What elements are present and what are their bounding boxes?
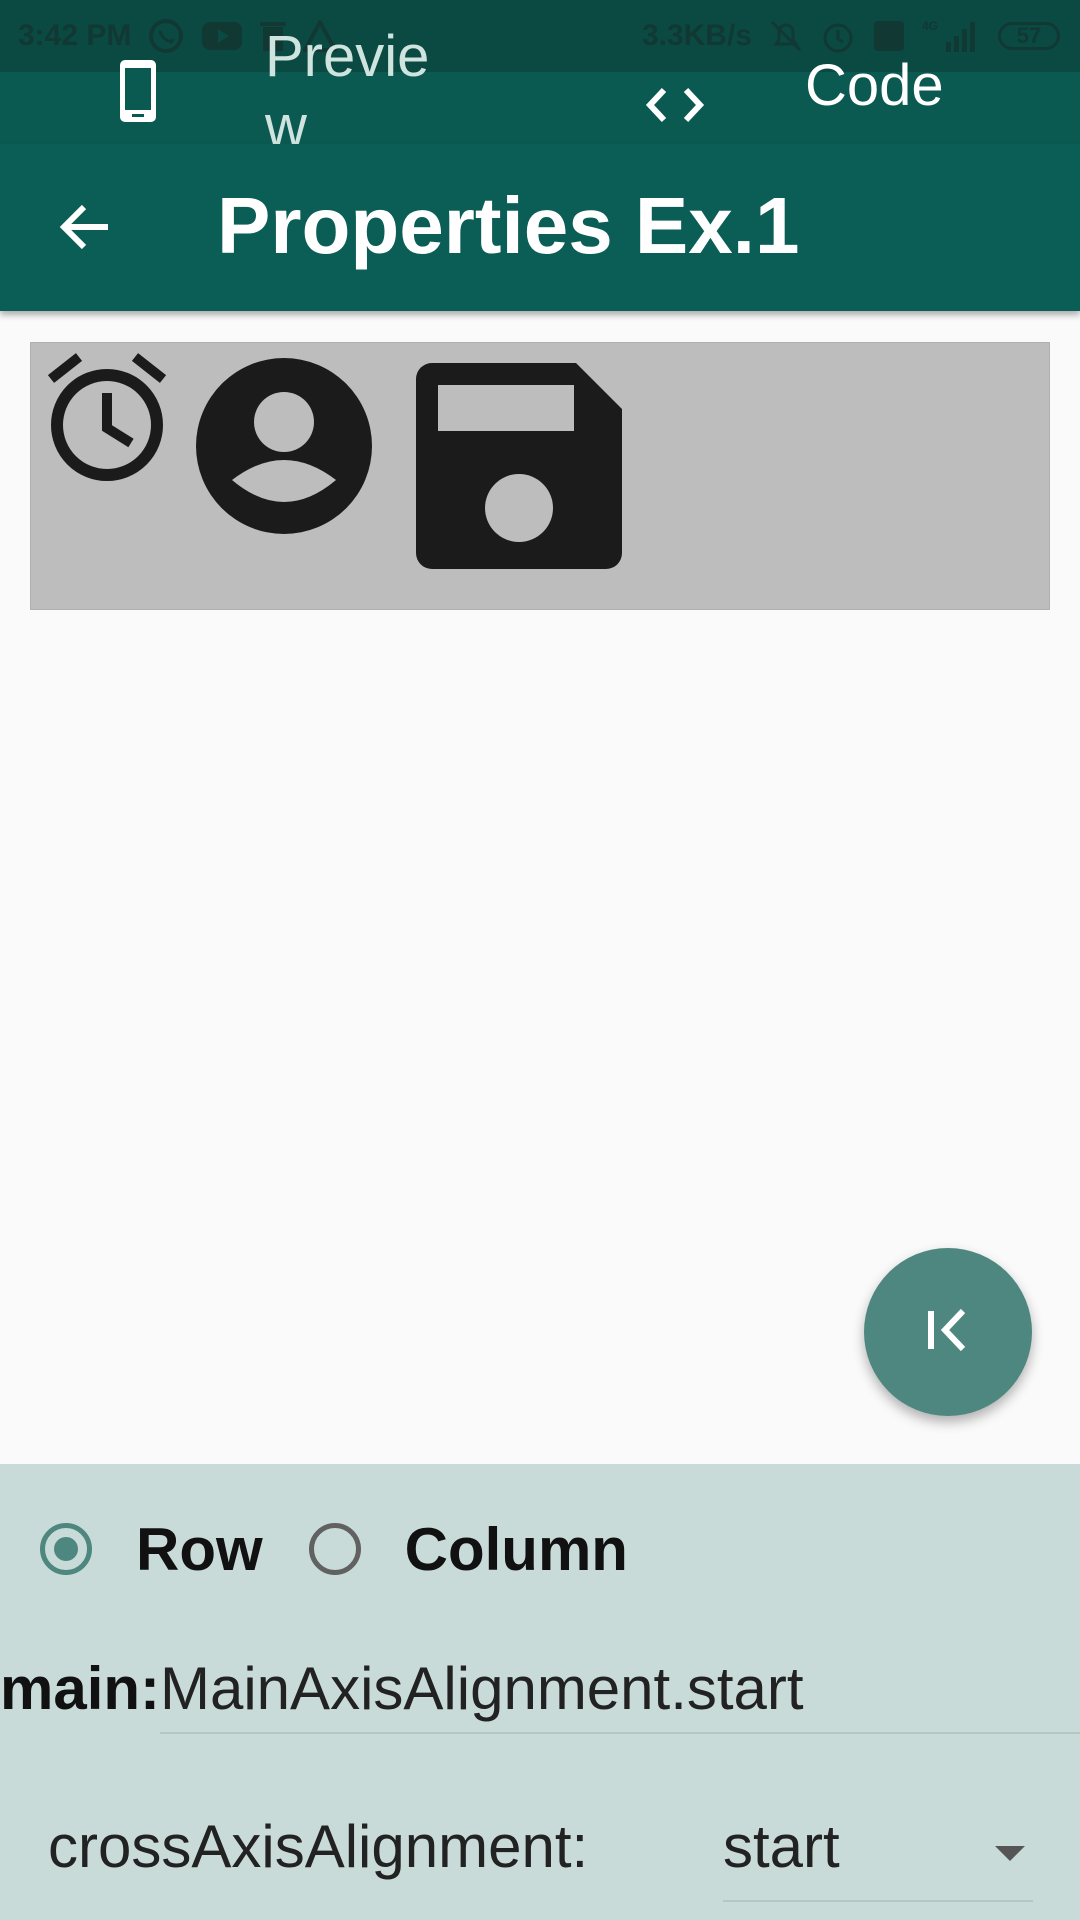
phone-icon [108,50,168,134]
tab-code-label: Code [805,53,944,118]
arrow-back-icon [58,202,112,256]
cross-axis-dropdown[interactable]: start [723,1794,1033,1902]
signal-icon: 4G [922,18,982,54]
youtube-icon [201,20,243,52]
cross-axis-row: crossAxisAlignment: start [0,1794,1080,1904]
radio-row-label[interactable]: Row [136,1515,263,1584]
main-axis-label: main: [0,1655,161,1722]
status-time: 3:42 PM [18,19,132,52]
tab-code[interactable]: Code [630,57,990,144]
save-icon [416,363,622,573]
tab-preview-label: Preview [265,24,430,159]
alarm-icon [820,18,856,54]
main-axis-value: MainAxisAlignment.start [160,1655,804,1722]
first-page-icon [923,1305,973,1359]
control-panel: Row Column main: MainAxisAlignment.start… [0,1464,1080,1920]
tab-preview[interactable]: Preview [100,24,480,159]
radio-column-label[interactable]: Column [405,1515,628,1584]
code-icon [640,80,710,134]
tab-bar: Preview Code [0,24,1080,159]
app-bar: Properties Ex.1 [0,144,1080,311]
radio-row[interactable] [40,1523,92,1575]
account-circle-icon [196,358,372,538]
main-axis-row: main: MainAxisAlignment.start [0,1644,1080,1734]
network-type: 4G [922,19,938,33]
back-button[interactable] [40,184,130,274]
direction-radio-group: Row Column [40,1504,674,1594]
main-axis-field[interactable]: MainAxisAlignment.start [160,1644,1080,1734]
battery-icon: 57 [998,22,1060,50]
volte-icon [872,19,906,53]
dropdown-arrow-icon [995,1846,1025,1861]
network-speed: 3.3KB/s [641,19,752,52]
first-page-fab[interactable] [864,1248,1032,1416]
alarm-icon [45,353,169,487]
preview-container [30,342,1050,610]
cross-axis-label: crossAxisAlignment: [48,1813,589,1880]
mute-icon [768,18,804,54]
radio-column[interactable] [308,1523,361,1575]
page-title: Properties Ex.1 [217,181,800,270]
cross-axis-value: start [723,1813,840,1880]
battery-level: 57 [1016,23,1042,48]
